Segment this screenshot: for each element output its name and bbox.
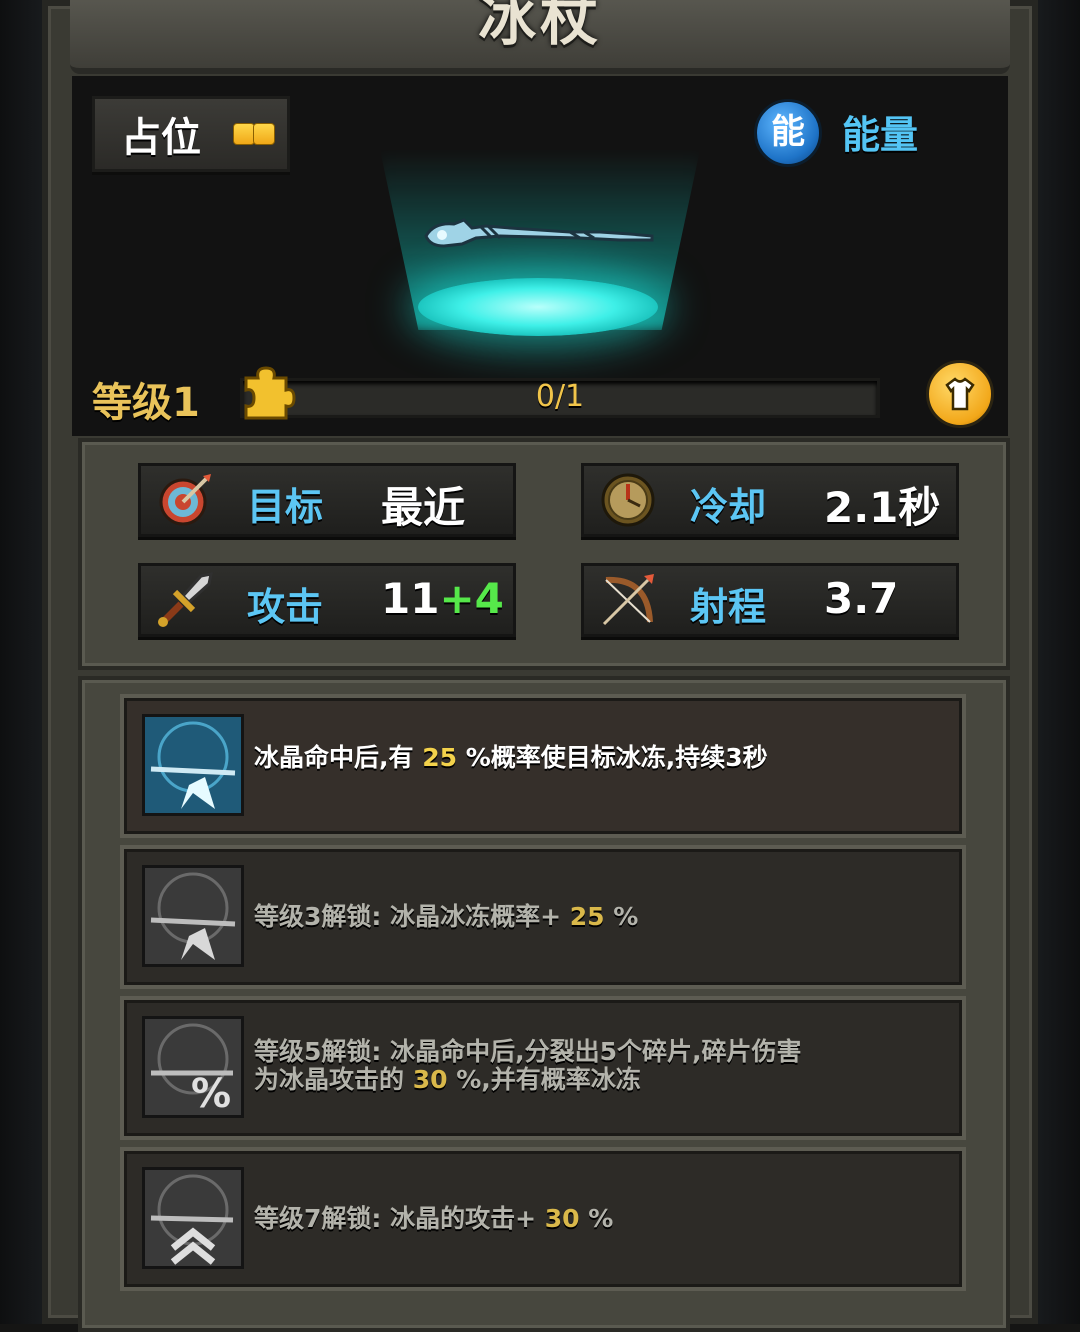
- skill-1-part: 冰晶命中后,有: [254, 743, 423, 772]
- puzzle-piece-icon: [244, 366, 296, 420]
- stat-range-value: 3.7: [824, 574, 899, 623]
- ice-shard-skill-icon: [145, 717, 241, 813]
- skill-3-value: 30: [412, 1065, 448, 1094]
- stat-cooldown-label: 冷却: [690, 485, 767, 529]
- stat-attack-value: 11+4: [381, 574, 504, 623]
- energy-icon: 能: [754, 99, 822, 167]
- stat-target-label: 目标: [247, 485, 324, 529]
- stat-target: 目标 最近: [138, 463, 516, 537]
- stat-attack: 攻击 11+4: [138, 563, 516, 637]
- slot-badge: 占位: [92, 96, 290, 172]
- attack-up-skill-icon: [145, 1170, 241, 1266]
- slot-label: 占位: [121, 115, 201, 161]
- stat-cooldown-value: 2.1秒: [824, 483, 941, 532]
- pedestal-glow-disk: [418, 278, 658, 336]
- skill-4-text: 等级7解锁: 冰晶的攻击+ 30 %: [254, 1205, 942, 1233]
- skill-3-part: 等级5解锁: 冰晶命中后,分裂出5个碎片,碎片伤害: [254, 1037, 802, 1066]
- skill-4-part: %: [579, 1204, 614, 1233]
- skill-1-text: 冰晶命中后,有 25 %概率使目标冰冻,持续3秒: [254, 744, 942, 772]
- skill-lock-icon: [142, 1167, 244, 1269]
- weapon-title: 冰杖: [477, 0, 602, 53]
- skill-lock-icon: [142, 865, 244, 967]
- level-progress-bar: 0/1: [240, 378, 880, 418]
- skill-freeze-icon: [142, 714, 244, 816]
- title-bar: 冰杖: [70, 0, 1010, 74]
- skill-1-part: %概率使目标冰冻,持续3秒: [457, 743, 768, 772]
- skill-2-value: 25: [569, 902, 605, 931]
- slot-dot: [253, 123, 275, 145]
- ice-staff-icon: [424, 218, 654, 248]
- target-icon: [159, 474, 211, 526]
- skill-4-part: 等级7解锁: 冰晶的攻击+: [254, 1204, 545, 1233]
- stat-attack-base: 11: [381, 574, 440, 623]
- stat-attack-bonus: +4: [439, 574, 504, 623]
- outfit-button[interactable]: [926, 360, 994, 428]
- stat-target-value: 最近: [381, 483, 466, 532]
- bow-icon: [602, 574, 654, 626]
- skill-row-4: 等级7解锁: 冰晶的攻击+ 30 %: [120, 1147, 966, 1291]
- skill-row-2: 等级3解锁: 冰晶冰冻概率+ 25 %: [120, 845, 966, 989]
- level-progress-text: 0/1: [535, 379, 585, 414]
- skill-3-part: %,并有概率冰冻: [447, 1065, 641, 1094]
- skill-row-3: % 等级5解锁: 冰晶命中后,分裂出5个碎片,碎片伤害 为冰晶攻击的 30 %,并…: [120, 996, 966, 1140]
- stat-cooldown: 冷却 2.1秒: [581, 463, 959, 537]
- skill-row-1: 冰晶命中后,有 25 %概率使目标冰冻,持续3秒: [120, 694, 966, 838]
- shard-split-skill-icon: %: [145, 1019, 241, 1115]
- skill-2-part: %: [604, 902, 639, 931]
- stat-attack-label: 攻击: [247, 585, 324, 629]
- freeze-chance-skill-icon: [145, 868, 241, 964]
- skill-3-part: 为冰晶攻击的: [254, 1065, 413, 1094]
- stat-range: 射程 3.7: [581, 563, 959, 637]
- skill-1-value: 25: [422, 743, 457, 772]
- shirt-icon: [945, 377, 975, 411]
- compass-icon: [601, 473, 655, 527]
- sword-icon: [158, 572, 213, 627]
- svg-text:%: %: [191, 1071, 231, 1115]
- slot-dot: [233, 123, 255, 145]
- skill-2-text: 等级3解锁: 冰晶冰冻概率+ 25 %: [254, 903, 942, 931]
- skill-3-text: 等级5解锁: 冰晶命中后,分裂出5个碎片,碎片伤害 为冰晶攻击的 30 %,并有概…: [254, 1038, 942, 1094]
- skill-lock-icon: %: [142, 1016, 244, 1118]
- skill-4-value: 30: [544, 1204, 580, 1233]
- stat-range-label: 射程: [690, 585, 767, 629]
- energy-label: 能量: [842, 113, 919, 157]
- skill-2-part: 等级3解锁: 冰晶冰冻概率+: [254, 902, 570, 931]
- level-label: 等级1: [92, 380, 200, 426]
